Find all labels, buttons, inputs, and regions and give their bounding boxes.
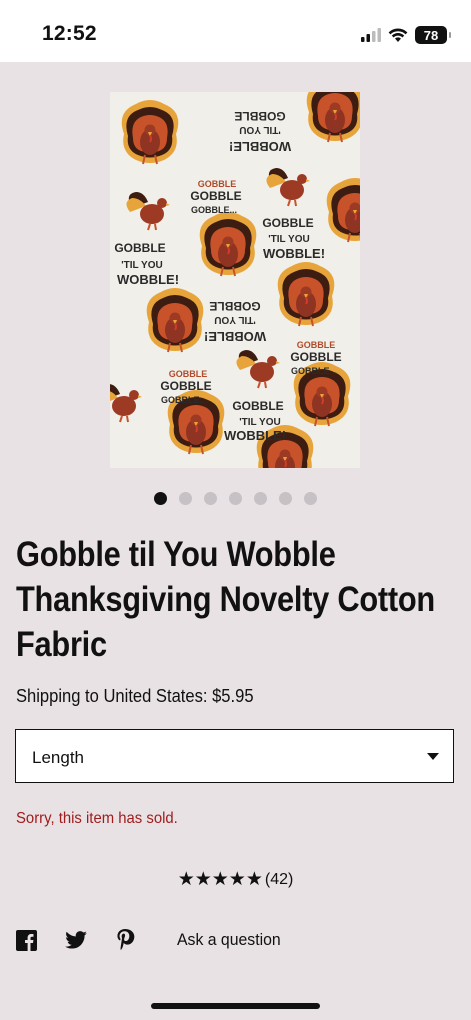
status-icons: 78 [361, 26, 451, 44]
fabric-text-til-you-2: 'TIL YOU [268, 234, 309, 245]
fabric-text-small-3: GOBBLE... [191, 205, 237, 215]
status-bar: 12:52 78 [0, 0, 471, 62]
carousel-dot[interactable] [279, 492, 292, 505]
fabric-text-small-1: GOBBLE [198, 179, 237, 189]
wifi-icon [388, 27, 408, 42]
home-indicator [151, 1003, 320, 1009]
carousel-dot[interactable] [204, 492, 217, 505]
fabric-text-small-6: GOBBLE... [161, 395, 207, 405]
length-select[interactable]: Length [15, 729, 454, 783]
carousel-dot[interactable] [154, 492, 167, 505]
fabric-pattern: GOBBLE 'TIL YOU WOBBLE! GOBBLE 'TIL YOU … [110, 92, 360, 468]
shipping-info: Shipping to United States: $5.95 [16, 686, 254, 706]
fabric-text-til-you-3: 'TIL YOU [239, 417, 280, 428]
fabric-text-wobble-rot-2: WOBBLE! [204, 329, 266, 344]
carousel-dot[interactable] [304, 492, 317, 505]
fabric-text-small-8: GOBBLE [290, 350, 341, 364]
twitter-icon[interactable] [65, 929, 87, 951]
fabric-text-gobble-2: GOBBLE [262, 216, 313, 230]
rating[interactable]: ★★★★★ (42) [0, 868, 471, 891]
ask-question-link[interactable]: Ask a question [177, 930, 281, 950]
fabric-text-small-7: GOBBLE [297, 340, 336, 350]
fabric-text-small-4: GOBBLE [169, 369, 208, 379]
signal-icon [361, 28, 381, 42]
fabric-text-gobble-3: GOBBLE [232, 399, 283, 413]
fabric-text-wobble-3: WOBBLE! [224, 428, 286, 443]
fabric-text-small-5: GOBBLE [160, 379, 211, 393]
fabric-text-small-9: GOBBLE... [291, 366, 337, 376]
carousel-dots [0, 492, 471, 505]
carousel-dot[interactable] [254, 492, 267, 505]
product-title: Gobble til You Wobble Thanksgiving Novel… [16, 535, 435, 664]
star-rating-icons: ★★★★★ [177, 869, 263, 890]
product-image-panel[interactable]: GOBBLE 'TIL YOU WOBBLE! GOBBLE 'TIL YOU … [0, 92, 471, 470]
share-row: Ask a question [15, 928, 289, 952]
length-select-label: Length [32, 748, 84, 767]
fabric-text-wobble-2: WOBBLE! [263, 246, 325, 261]
carousel-dot[interactable] [179, 492, 192, 505]
fabric-text-til-you-rot-2: 'TIL YOU [214, 314, 255, 325]
pinterest-icon[interactable] [115, 929, 137, 951]
battery-indicator: 78 [415, 26, 451, 44]
carousel-dot[interactable] [229, 492, 242, 505]
fabric-text-wobble-rot: WOBBLE! [229, 139, 291, 154]
fabric-text-gobble: GOBBLE [114, 241, 165, 255]
fabric-text-til-you: 'TIL YOU [121, 260, 162, 271]
sold-message: Sorry, this item has sold. [16, 810, 178, 827]
fabric-text-gobble-rot-2: GOBBLE [209, 299, 260, 313]
status-time: 12:52 [42, 22, 97, 45]
chevron-down-icon [427, 753, 439, 760]
fabric-text-small-2: GOBBLE [190, 189, 241, 203]
fabric-text-wobble: WOBBLE! [117, 272, 179, 287]
facebook-icon[interactable] [15, 929, 37, 951]
review-count[interactable]: (42) [265, 871, 293, 889]
fabric-text-gobble-rot: GOBBLE [234, 109, 285, 123]
fabric-text-til-you-rot: 'TIL YOU [239, 124, 280, 135]
product-image[interactable]: GOBBLE 'TIL YOU WOBBLE! GOBBLE 'TIL YOU … [110, 92, 360, 468]
